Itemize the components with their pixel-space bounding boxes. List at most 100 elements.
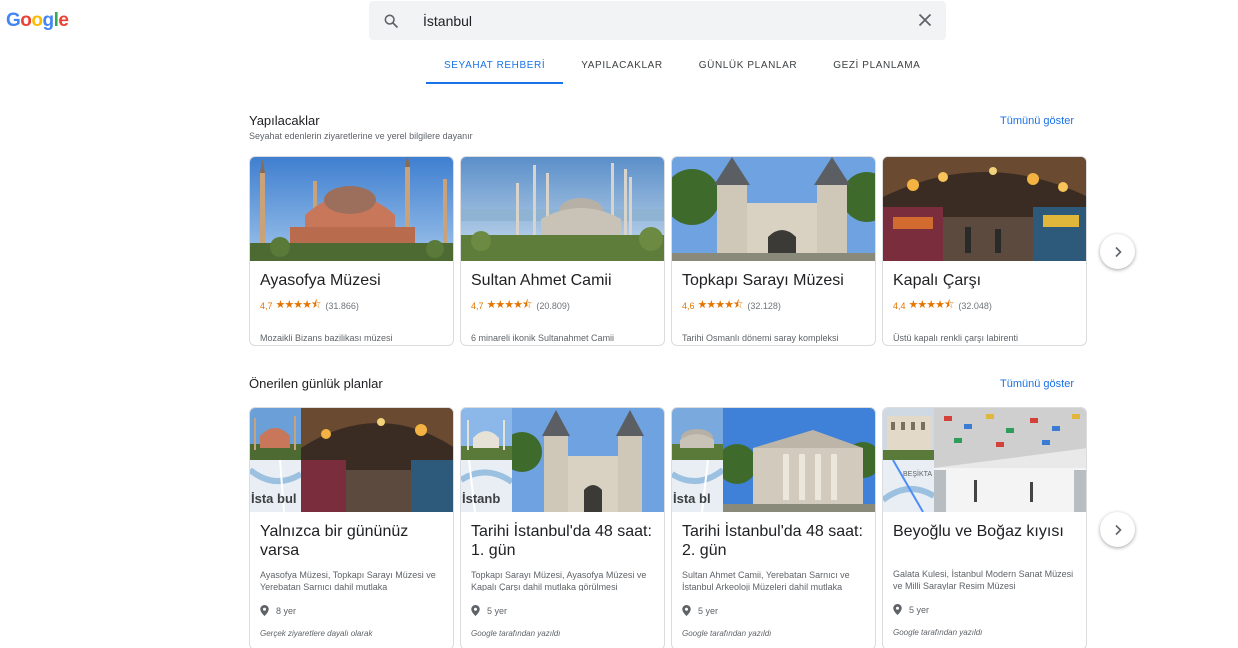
day-plan-card[interactable]: İsta bul Yalnızca bir gününüz varsa Ayas… [249, 407, 454, 648]
attraction-description: Tarihi Osmanlı dönemi saray kompleksi [682, 333, 839, 343]
location-pin-icon [260, 605, 269, 616]
attraction-photo [250, 157, 453, 261]
chevron-right-icon [1114, 246, 1122, 257]
tab-travel-guide[interactable]: SEYAHAT REHBERİ [426, 48, 564, 84]
plan-thumbnail [883, 408, 934, 460]
attraction-description: Üstü kapalı renkli çarşı labirenti [893, 333, 1019, 343]
location-pin-icon [682, 605, 691, 616]
attraction-title: Ayasofya Müzesi [260, 272, 381, 289]
star-rating-icon: ★★★★⯪ [908, 299, 955, 311]
place-count-text: 5 yer [698, 605, 719, 616]
plan-description: Ayasofya Müzesi, Topkapı Sarayı Müzesi v… [260, 570, 436, 591]
attraction-card[interactable]: Ayasofya Müzesi 4,7 ★★★★⯪ (31.866) Mozai… [249, 156, 454, 346]
star-rating-icon: ★★★★⯪ [275, 299, 322, 311]
tab-bar: SEYAHAT REHBERİ YAPILACAKLAR GÜNLÜK PLAN… [426, 48, 938, 84]
day-plan-card[interactable]: İstanb Tarihi İstanbul'da 48 saat: 1. gü… [460, 407, 665, 648]
rating-value: 4,4 [893, 300, 906, 311]
plan-photo-collage: İstanb [461, 408, 664, 512]
plan-map-thumbnail: İstanb [461, 460, 512, 512]
attraction-description: 6 minareli ikonik Sultanahmet Camii [471, 333, 615, 343]
plan-author: Gerçek ziyaretlere dayalı olarak [260, 629, 373, 638]
attraction-title: Sultan Ahmet Camii [471, 272, 612, 289]
plan-main-photo [301, 408, 453, 512]
rating-value: 4,7 [260, 300, 273, 311]
plan-place-count: 5 yer [471, 605, 654, 616]
plan-map-thumbnail: BEŞİKTA [883, 460, 934, 512]
plans-next-button[interactable] [1100, 512, 1135, 547]
search-box[interactable] [369, 1, 946, 40]
place-count-text: 8 yer [276, 605, 297, 616]
page: Google SEYAHAT REHBERİ YAPILACAKLAR GÜNL… [0, 0, 1238, 648]
attraction-description: Mozaikli Bizans bazilikası müzesi [260, 333, 393, 343]
tab-things-to-do[interactable]: YAPILACAKLAR [563, 48, 681, 84]
rating-row: 4,7 ★★★★⯪ (20.809) [471, 296, 654, 315]
attraction-title: Kapalı Çarşı [893, 272, 982, 289]
rating-row: 4,6 ★★★★⯪ (32.128) [682, 296, 865, 315]
plan-place-count: 8 yer [260, 605, 443, 616]
tab-day-plans[interactable]: GÜNLÜK PLANLAR [681, 48, 815, 84]
plan-description: Sultan Ahmet Camii, Yerebatan Sarnıcı ve… [682, 570, 850, 591]
attraction-card[interactable]: Topkapı Sarayı Müzesi 4,6 ★★★★⯪ (32.128)… [671, 156, 876, 346]
plan-map-thumbnail: İsta bl [672, 460, 723, 512]
plan-place-count: 5 yer [682, 605, 865, 616]
map-label: İstanb [462, 491, 501, 506]
plan-photo-collage: İsta bl [672, 408, 875, 512]
place-count-text: 5 yer [909, 604, 930, 615]
plan-main-photo [934, 408, 1086, 512]
plan-map-thumbnail: İsta bul [250, 460, 301, 512]
search-icon[interactable] [383, 13, 399, 29]
plan-place-count: 5 yer [893, 604, 1076, 615]
plan-title: Tarihi İstanbul'da 48 saat: 2. gün [682, 523, 863, 559]
location-pin-icon [471, 605, 480, 616]
attraction-photo [883, 157, 1086, 261]
rating-value: 4,7 [471, 300, 484, 311]
star-rating-icon: ★★★★⯪ [697, 299, 744, 311]
tab-trip-planning[interactable]: GEZİ PLANLAMA [815, 48, 938, 84]
place-count-text: 5 yer [487, 605, 508, 616]
plan-title: Tarihi İstanbul'da 48 saat: 1. gün [471, 523, 652, 559]
plan-main-photo [512, 408, 664, 512]
plan-photo-collage: BEŞİKTA [883, 408, 1086, 512]
plans-card-row: İsta bul Yalnızca bir gününüz varsa Ayas… [249, 407, 1087, 648]
rating-row: 4,4 ★★★★⯪ (32.048) [893, 296, 1076, 315]
chevron-right-icon [1114, 524, 1122, 535]
plan-title: Beyoğlu ve Boğaz kıyısı [893, 523, 1064, 540]
things-show-all-link[interactable]: Tümünü göster [1000, 115, 1074, 127]
things-next-button[interactable] [1100, 234, 1135, 269]
things-section-title: Yapılacaklar [249, 113, 320, 128]
plan-main-photo [723, 408, 875, 512]
attraction-photo [461, 157, 664, 261]
plan-thumbnail [250, 408, 301, 460]
review-count: (31.866) [325, 300, 359, 311]
plan-description: Topkapı Sarayı Müzesi, Ayasofya Müzesi v… [471, 570, 647, 591]
plan-title: Yalnızca bir gününüz varsa [260, 523, 409, 559]
plan-author: Google tarafından yazıldı [893, 628, 983, 637]
plan-author: Google tarafından yazıldı [471, 629, 561, 638]
things-section-subtitle: Seyahat edenlerin ziyaretlerine ve yerel… [249, 131, 473, 141]
close-icon[interactable] [918, 13, 932, 27]
rating-value: 4,6 [682, 300, 695, 311]
plan-thumbnail [672, 408, 723, 460]
map-label: İsta bul [251, 491, 297, 506]
review-count: (32.048) [958, 300, 992, 311]
plan-author: Google tarafından yazıldı [682, 629, 772, 638]
plans-show-all-link[interactable]: Tümünü göster [1000, 378, 1074, 390]
plan-photo-collage: İsta bul [250, 408, 453, 512]
map-label: İsta bl [673, 491, 711, 506]
attraction-card[interactable]: Kapalı Çarşı 4,4 ★★★★⯪ (32.048) Üstü kap… [882, 156, 1087, 346]
day-plan-card[interactable]: BEŞİKTA Beyoğlu ve Boğaz kıyısı Galata K… [882, 407, 1087, 648]
day-plan-card[interactable]: İsta bl Tarihi İstanbul'da 48 saat: 2. g… [671, 407, 876, 648]
things-card-row: Ayasofya Müzesi 4,7 ★★★★⯪ (31.866) Mozai… [249, 156, 1087, 346]
attraction-photo [672, 157, 875, 261]
location-pin-icon [893, 604, 902, 615]
plans-section-title: Önerilen günlük planlar [249, 376, 383, 391]
google-logo[interactable]: Google [6, 10, 69, 32]
plan-description: Galata Kulesi, İstanbul Modern Sanat Müz… [893, 569, 1074, 590]
map-label: BEŞİKTA [903, 471, 933, 478]
search-input[interactable] [423, 12, 893, 29]
star-rating-icon: ★★★★⯪ [486, 299, 533, 311]
attraction-title: Topkapı Sarayı Müzesi [682, 272, 844, 289]
rating-row: 4,7 ★★★★⯪ (31.866) [260, 296, 443, 315]
attraction-card[interactable]: Sultan Ahmet Camii 4,7 ★★★★⯪ (20.809) 6 … [460, 156, 665, 346]
review-count: (32.128) [747, 300, 781, 311]
